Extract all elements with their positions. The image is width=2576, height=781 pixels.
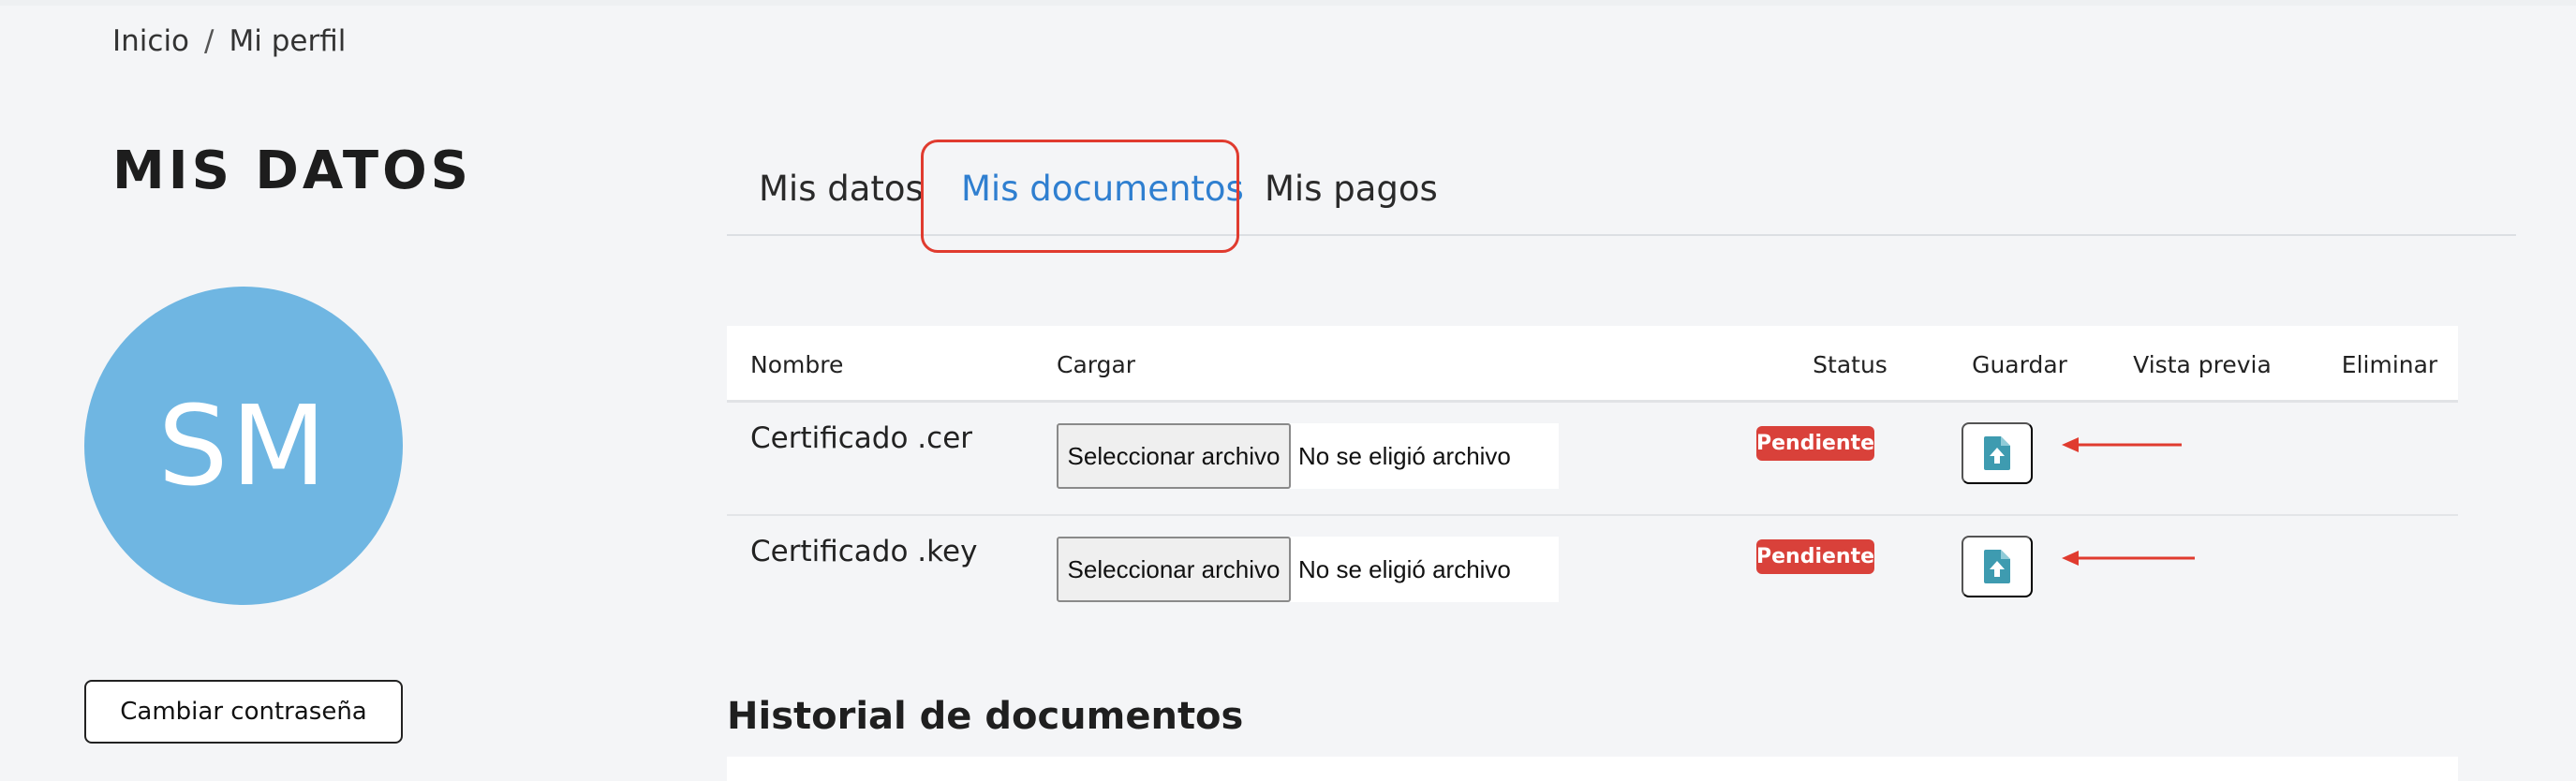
save-document-button[interactable]	[1962, 422, 2033, 484]
documents-table: Nombre Cargar Status Guardar Vista previ…	[727, 326, 2458, 629]
annotation-highlight-box	[921, 140, 1239, 253]
tab-mis-datos[interactable]: Mis datos	[759, 140, 924, 236]
column-header-guardar: Guardar	[1972, 350, 2067, 378]
change-password-button[interactable]: Cambiar contraseña	[84, 680, 403, 744]
table-row: Certificado .key Seleccionar archivo No …	[727, 516, 2458, 629]
history-table	[727, 757, 2458, 781]
breadcrumb-separator: /	[204, 24, 215, 58]
avatar: SM	[84, 287, 403, 605]
file-input: Seleccionar archivo No se eligió archivo	[1057, 423, 1559, 489]
column-header-cargar: Cargar	[1057, 350, 1136, 378]
file-chosen-text: No se eligió archivo	[1298, 441, 1511, 470]
document-name: Certificado .key	[750, 535, 978, 568]
status-badge: Pendiente	[1756, 539, 1874, 574]
column-header-vista-previa: Vista previa	[2133, 350, 2272, 378]
table-row: Certificado .cer Seleccionar archivo No …	[727, 403, 2458, 516]
column-header-eliminar: Eliminar	[2341, 350, 2438, 378]
breadcrumb: Inicio / Mi perfil	[112, 24, 346, 58]
history-title: Historial de documentos	[727, 695, 1244, 738]
tab-mis-pagos[interactable]: Mis pagos	[1265, 140, 1438, 236]
column-header-status: Status	[1813, 350, 1888, 378]
column-header-nombre: Nombre	[750, 350, 844, 378]
status-badge: Pendiente	[1756, 426, 1874, 461]
table-header: Nombre Cargar Status Guardar Vista previ…	[727, 326, 2458, 403]
top-bar	[0, 0, 2576, 6]
select-file-button[interactable]: Seleccionar archivo	[1057, 423, 1291, 489]
document-name: Certificado .cer	[750, 421, 973, 455]
file-chosen-text: No se eligió archivo	[1298, 554, 1511, 583]
file-input: Seleccionar archivo No se eligió archivo	[1057, 537, 1559, 602]
page-title: MIS DATOS	[112, 140, 473, 201]
file-upload-icon	[1984, 550, 2010, 583]
select-file-button[interactable]: Seleccionar archivo	[1057, 537, 1291, 602]
annotation-arrow	[2062, 551, 2195, 566]
file-upload-icon	[1984, 436, 2010, 470]
avatar-initials: SM	[157, 381, 330, 510]
breadcrumb-current: Mi perfil	[229, 24, 347, 58]
save-document-button[interactable]	[1962, 536, 2033, 597]
breadcrumb-home-link[interactable]: Inicio	[112, 24, 189, 58]
annotation-arrow	[2062, 437, 2182, 452]
